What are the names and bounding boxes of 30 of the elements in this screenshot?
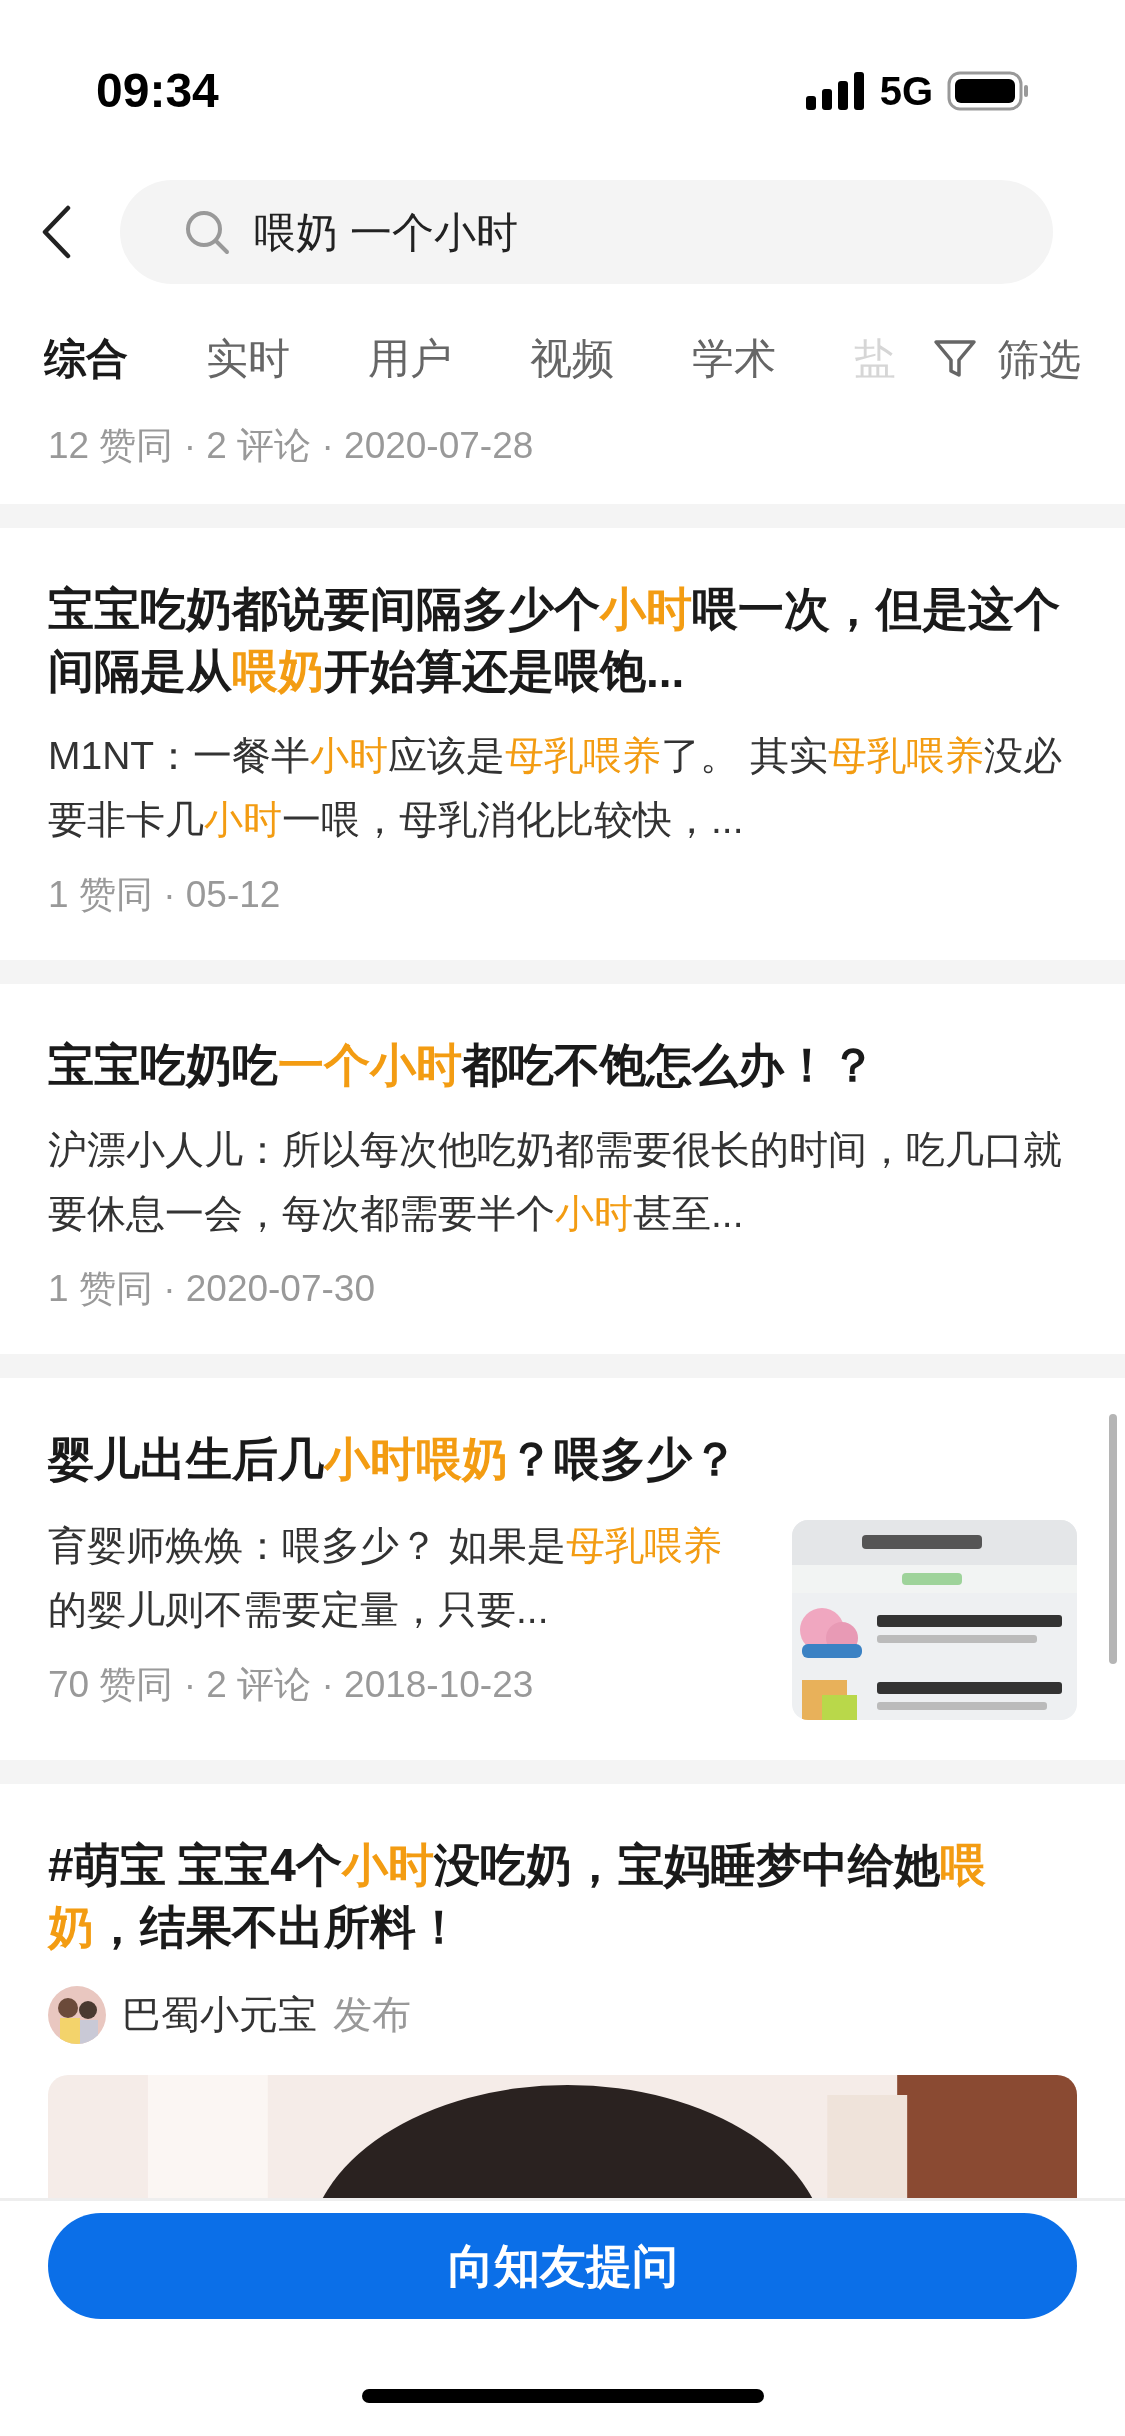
result-excerpt: 育婴师焕焕：喂多少？ 如果是母乳喂养 的婴儿则不需要定量，只要... <box>48 1523 723 1633</box>
tab[interactable]: 用户 <box>368 329 452 389</box>
tab[interactable]: 学术 <box>692 329 776 389</box>
result-excerpt: 沪漂小人儿：所以每次他吃奶都需要很长的时间，吃几口就要休息一会，每次都需要半个小时甚至... <box>48 1127 1063 1237</box>
author-action: 发布 <box>333 1992 411 2038</box>
result-title: #萌宝 宝宝4个小时没吃奶，宝妈睡梦中给她喂奶，结果不出所料！ <box>48 1838 987 1955</box>
result-meta: 12 赞同 · 2 评论 · 2020-07-28 <box>48 424 535 468</box>
battery-icon <box>947 71 1029 111</box>
result-excerpt: M1NT：一餐半小时应该是母乳喂养了。 其实母乳喂养没必要非卡几小时一喂，母乳消化比较快，... <box>48 733 1063 843</box>
ask-friends-button[interactable]: 向知友提问 <box>48 2213 1077 2319</box>
result-meta: 1 赞同 · 2020-07-30 <box>48 1267 376 1311</box>
tab[interactable]: 综合 <box>44 329 128 389</box>
result-title: 婴儿出生后几小时喂奶？喂多少？ <box>48 1432 739 1487</box>
tab[interactable]: 实时 <box>206 329 290 389</box>
result-card[interactable]: #萌宝 宝宝4个小时没吃奶，宝妈睡梦中给她喂奶，结果不出所料！ 巴蜀小元宝 发布 <box>0 1784 1125 2198</box>
result-card[interactable]: 宝宝吃奶都说要间隔多少个小时喂一次，但是这个间隔是从喂奶开始算还是喂饱... M1NT：一餐半小时应该是母乳喂养了。 其实母乳喂养没必要非卡几小时一喂，母乳消化比较快，... 1 赞同 · 05-12 <box>0 528 1125 960</box>
author-name[interactable]: 巴蜀小元宝 <box>122 1986 317 2045</box>
result-card[interactable]: 婴儿出生后几小时喂奶？喂多少？ 育婴师焕焕：喂多少？ 如果是母乳喂养 的婴儿则不需要定量，只要... 70 赞同 · 2 评论 · 2018-10-23 <box>0 1378 1125 1760</box>
status-time: 09:34 <box>96 63 219 119</box>
back-icon[interactable] <box>40 204 72 260</box>
result-meta: 70 赞同 · 2 评论 · 2018-10-23 <box>48 1663 535 1707</box>
signal-icon <box>805 72 866 110</box>
result-title: 宝宝吃奶吃一个小时都吃不饱怎么办！？ <box>48 1038 877 1093</box>
result-title: 宝宝吃奶都说要间隔多少个小时喂一次，但是这个间隔是从喂奶开始算还是喂饱... <box>48 582 1061 699</box>
result-card[interactable]: 宝宝吃奶吃一个小时都吃不饱怎么办！？ 沪漂小人儿：所以每次他吃奶都需要很长的时间，吃几口就要休息一会，每次都需要半个小时甚至... 1 赞同 · 2020-07-30 <box>0 984 1125 1354</box>
search-icon <box>184 209 230 255</box>
tab[interactable]: 视频 <box>530 329 614 389</box>
result-meta: 1 赞同 · 05-12 <box>48 873 282 917</box>
search-field[interactable]: 喂奶 一个小时 <box>120 180 1053 284</box>
network-label: 5G <box>879 68 933 115</box>
